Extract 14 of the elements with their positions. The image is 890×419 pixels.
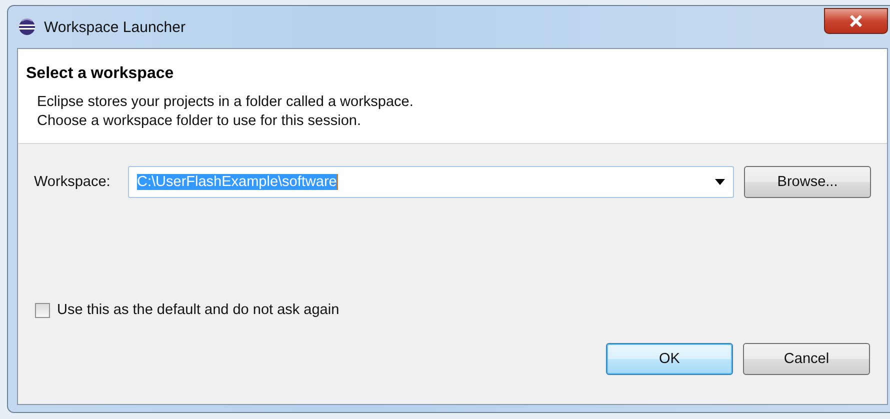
cancel-button[interactable]: Cancel: [743, 343, 870, 375]
dropdown-arrow-icon[interactable]: [715, 179, 725, 185]
checkbox[interactable]: [35, 302, 50, 318]
field-label: Workspace:: [34, 174, 112, 190]
eclipse-icon: [18, 18, 36, 36]
browse-button[interactable]: Browse...: [744, 166, 871, 198]
ok-button[interactable]: OK: [606, 343, 733, 375]
close-icon: [848, 15, 864, 27]
window-title: Workspace Launcher: [44, 18, 186, 36]
description-text: Eclipse stores your projects in a folder called a workspace.: [37, 93, 414, 112]
close-button[interactable]: [824, 8, 888, 34]
checkbox-label: Use this as the default and do not ask again: [57, 302, 340, 318]
section-title: Select a workspace: [26, 65, 175, 83]
description-text: Choose a workspace folder to use for this session.: [37, 112, 362, 131]
